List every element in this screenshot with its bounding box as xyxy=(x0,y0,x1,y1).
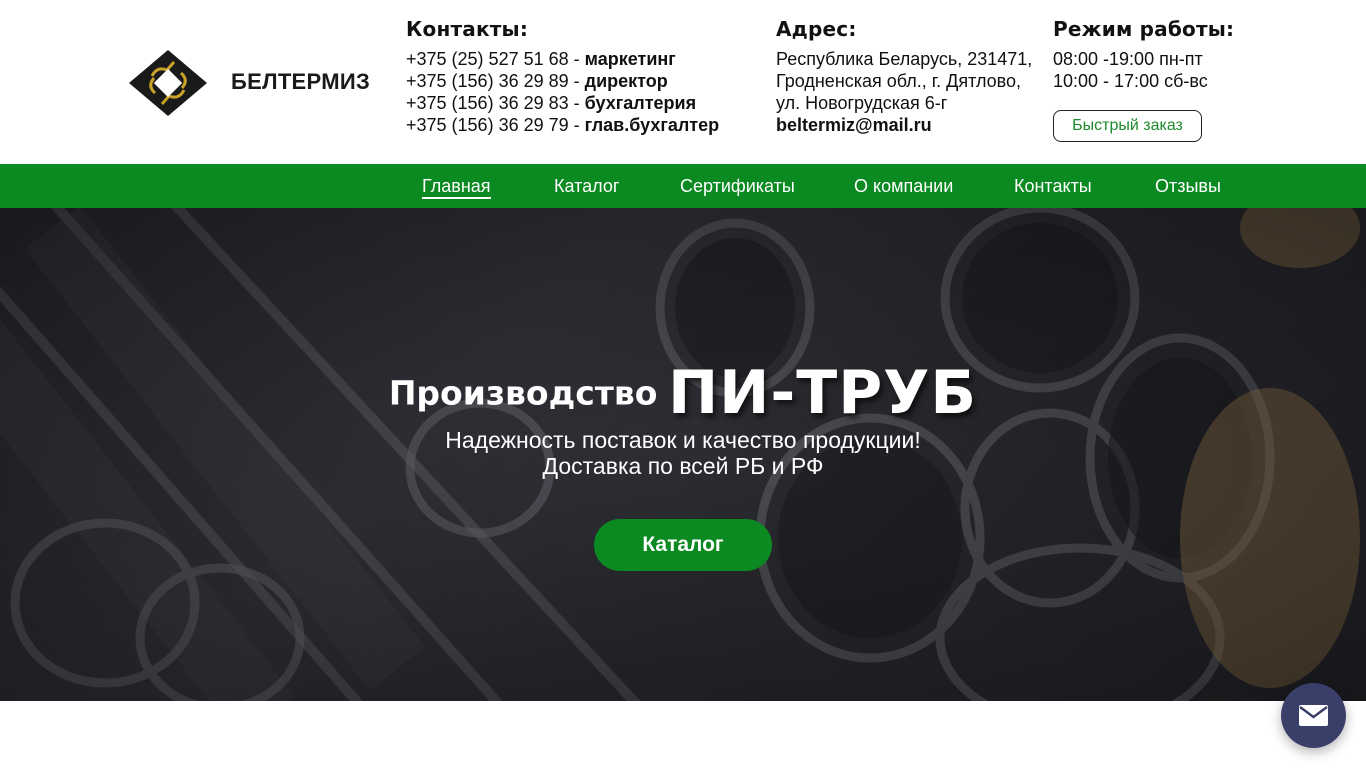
phone-line[interactable]: +375 (156) 36 29 79 - глав.бухгалтер xyxy=(406,114,719,136)
hero-subtitle-line: Доставка по всей РБ и РФ xyxy=(542,453,824,479)
mail-fab-button[interactable] xyxy=(1281,683,1346,748)
address-line: Гродненская обл., г. Дятлово, xyxy=(776,71,1022,91)
phone-role: глав.бухгалтер xyxy=(584,115,720,135)
quick-order-button[interactable]: Быстрый заказ xyxy=(1053,110,1202,142)
catalog-button[interactable]: Каталог xyxy=(594,519,772,571)
hours-line: 10:00 - 17:00 сб-вс xyxy=(1053,71,1208,91)
hero-title-small: Производство xyxy=(388,373,658,413)
hours-title: Режим работы: xyxy=(1053,17,1235,41)
address-title: Адрес: xyxy=(776,17,857,41)
belterm-logo-icon[interactable] xyxy=(127,48,209,118)
phone-line[interactable]: +375 (25) 527 51 68 - маркетинг xyxy=(406,48,719,70)
address-line: Республика Беларусь, 231471, xyxy=(776,49,1033,69)
phone-number[interactable]: +375 (156) 36 29 79 - xyxy=(406,115,585,135)
phone-role: бухгалтерия xyxy=(584,93,697,113)
hero-title-big: ПИ-ТРУБ xyxy=(667,358,978,428)
brand-name[interactable]: БЕЛТЕРМИЗ xyxy=(231,69,370,95)
nav-item-about[interactable]: О компании xyxy=(854,176,953,196)
nav-item-certificates[interactable]: Сертификаты xyxy=(680,176,795,196)
hours-line: 08:00 -19:00 пн-пт xyxy=(1053,49,1203,69)
phone-role: директор xyxy=(584,71,668,91)
nav-item-catalog[interactable]: Каталог xyxy=(554,176,619,196)
contacts-block: Контакты: +375 (25) 527 51 68 - маркетин… xyxy=(406,18,719,136)
main-nav: Главная Каталог Сертификаты О компании К… xyxy=(0,164,1366,208)
address-line: ул. Новогрудская 6-г xyxy=(776,93,948,113)
phone-number[interactable]: +375 (156) 36 29 89 - xyxy=(406,71,585,91)
hours-block: Режим работы: 08:00 -19:00 пн-пт 10:00 -… xyxy=(1053,18,1234,92)
address-block: Адрес: Республика Беларусь, 231471, Грод… xyxy=(776,18,1032,136)
contacts-title: Контакты: xyxy=(406,17,529,41)
nav-item-reviews[interactable]: Отзывы xyxy=(1155,176,1221,196)
phone-line[interactable]: +375 (156) 36 29 89 - директор xyxy=(406,70,719,92)
phone-line[interactable]: +375 (156) 36 29 83 - бухгалтерия xyxy=(406,92,719,114)
site-header: БЕЛТЕРМИЗ Контакты: +375 (25) 527 51 68 … xyxy=(0,0,1366,164)
nav-item-home[interactable]: Главная xyxy=(422,176,491,199)
phone-number[interactable]: +375 (156) 36 29 83 - xyxy=(406,93,585,113)
hero-title: Производство ПИ-ТРУБ xyxy=(0,358,1366,428)
phone-role: маркетинг xyxy=(584,49,676,69)
phone-number[interactable]: +375 (25) 527 51 68 - xyxy=(406,49,585,69)
nav-item-contacts[interactable]: Контакты xyxy=(1014,176,1092,196)
mail-icon xyxy=(1299,705,1328,726)
hero-banner: Производство ПИ-ТРУБ Надежность поставок… xyxy=(0,208,1366,701)
hero-subtitle-line: Надежность поставок и качество продукции… xyxy=(445,427,921,453)
email-link[interactable]: beltermiz@mail.ru xyxy=(776,114,1032,136)
